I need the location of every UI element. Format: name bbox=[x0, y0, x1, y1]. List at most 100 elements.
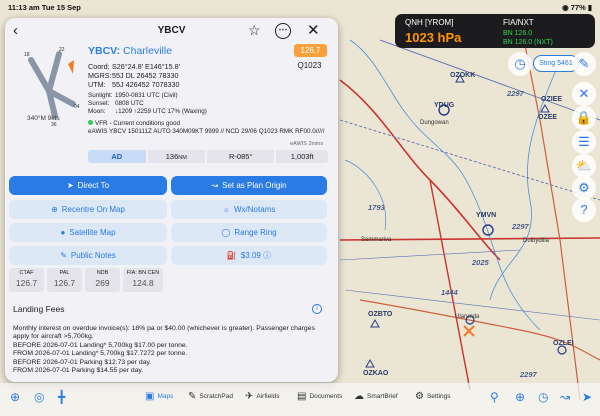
tab-documents[interactable]: ▤ Documents bbox=[297, 391, 342, 402]
set-plan-origin-button[interactable]: ↝ Set as Plan Origin bbox=[171, 176, 327, 195]
more-options-icon[interactable]: ⋯ bbox=[275, 23, 291, 39]
tab-settings[interactable]: ⚙ Settings bbox=[415, 391, 450, 402]
gear-icon: ⚙ bbox=[415, 391, 424, 402]
map-elevation: 2297 bbox=[507, 89, 524, 98]
panel-header: ‹ YBCV ☆ ⋯ ✕ bbox=[5, 18, 338, 44]
fia-next-frequency: BN 126.0 (NXT) bbox=[503, 39, 553, 46]
scratchpad-icon: ✎ bbox=[188, 391, 197, 402]
fia-frequency: BN 126.0 bbox=[503, 30, 533, 37]
frequency-badge[interactable]: 126.7 bbox=[294, 44, 327, 57]
weather-sun-icon: ☼ bbox=[222, 205, 230, 214]
document-icon: ▤ bbox=[297, 391, 307, 402]
search-icon[interactable]: ⚲ bbox=[490, 390, 499, 404]
ndb-tile[interactable]: NDB 269 bbox=[85, 268, 120, 292]
map-label: OZBTO bbox=[368, 311, 393, 318]
close-icon[interactable]: ✕ bbox=[307, 21, 320, 39]
radial-value: R-085° bbox=[207, 150, 275, 163]
aerodrome-tab[interactable]: AD bbox=[88, 150, 146, 163]
svg-text:36: 36 bbox=[51, 122, 57, 128]
layers-icon[interactable]: ☰ bbox=[572, 130, 596, 154]
fees-line: FROM 2026-07-01 Landing* 5,700kg $17.727… bbox=[13, 350, 188, 358]
crosshair-icon: ⊕ bbox=[51, 205, 58, 214]
qnh-value: 1023 hPa bbox=[405, 30, 462, 45]
map-elevation: 2025 bbox=[472, 258, 489, 267]
range-ring-button[interactable]: ◯ Range Ring bbox=[171, 223, 327, 242]
status-battery: ◉ 77% ▮ bbox=[562, 3, 592, 12]
map-elevation: 2297 bbox=[520, 370, 537, 379]
distance-value: 136NM bbox=[147, 150, 206, 163]
map-town: Dungowan bbox=[420, 120, 449, 126]
svg-text:22: 22 bbox=[59, 47, 65, 53]
map-town: Ularunda bbox=[455, 314, 480, 320]
fees-line: Monthly interest on overdue invoice(s): … bbox=[13, 325, 315, 341]
direct-to-icon: ➤ bbox=[66, 181, 74, 190]
direct-to-button[interactable]: ➤ Direct To bbox=[9, 176, 167, 195]
airplane-icon: ✈ bbox=[245, 391, 254, 402]
mgrs-row: MGRS:55J DL 26452 78330 bbox=[88, 71, 179, 80]
favourite-star-icon[interactable]: ☆ bbox=[248, 22, 261, 39]
coord-row: Coord: S26°24.8' E146°15.8' bbox=[88, 62, 181, 71]
fuel-pump-icon: ⛽ bbox=[226, 251, 237, 260]
tab-airfields[interactable]: ✈ Airfields bbox=[245, 391, 280, 402]
qnh-label: QNH [YROM] bbox=[405, 18, 454, 27]
wx-notams-button[interactable]: ☼ Wx/Notams bbox=[171, 200, 327, 219]
qnh-fia-banner[interactable]: QNH [YROM] 1023 hPa FIA/NXT BN 126.0 BN … bbox=[395, 14, 595, 48]
history-icon[interactable]: ◷ bbox=[538, 390, 548, 404]
map-label: OZOKK bbox=[450, 72, 476, 79]
settings-gear-icon[interactable]: ⚙ bbox=[572, 176, 596, 200]
tab-maps[interactable]: ▣ Maps bbox=[145, 391, 173, 402]
elevation-value: 1,003ft bbox=[276, 150, 329, 163]
ctaf-tile[interactable]: CTAF 126.7 bbox=[9, 268, 44, 292]
zoom-in-icon[interactable]: ⊕ bbox=[515, 390, 525, 404]
fees-info-icon[interactable]: i bbox=[312, 304, 322, 314]
map-elevation: 1793 bbox=[368, 203, 385, 212]
public-notes-button[interactable]: ✎ Public Notes bbox=[9, 246, 167, 265]
edit-route-icon[interactable]: ✎ bbox=[572, 52, 596, 76]
svg-text:04: 04 bbox=[74, 104, 80, 110]
wind-readout: 340°M 9kts bbox=[27, 115, 60, 122]
route-icon: ↝ bbox=[211, 181, 219, 190]
sunlight-row: Sunlight: 1950-0831 UTC (Civil) bbox=[88, 92, 178, 99]
info-icon: ⓘ bbox=[263, 251, 272, 260]
ruler-icon[interactable]: ╋ bbox=[58, 390, 65, 404]
map-elevation: 1444 bbox=[441, 288, 458, 297]
runway-summary-row: AD 136NM R-085° 1,003ft bbox=[88, 150, 329, 163]
map-label: OZKAO bbox=[363, 370, 389, 377]
sunset-row: Sunset: 0808 UTC bbox=[88, 100, 144, 107]
fees-line: FROM 2026-07-01 Parking $14.55 per day. bbox=[13, 367, 144, 375]
timer-icon[interactable]: ◷ bbox=[508, 52, 532, 76]
close-route-icon[interactable]: ✕ bbox=[572, 82, 596, 106]
bottom-tab-bar: ⊕ ◎ ╋ ▣ Maps ✎ ScratchPad ✈ Airfields ▤ Docu… bbox=[0, 383, 600, 416]
fia-tile[interactable]: FIA: BN CEN 124.8 bbox=[123, 268, 163, 292]
airport-city: Charleville bbox=[123, 45, 173, 57]
ring-icon: ◯ bbox=[221, 228, 231, 237]
airport-code: YBCV: bbox=[88, 45, 121, 57]
compass-icon[interactable]: ⊕ bbox=[10, 390, 20, 404]
fia-label: FIA/NXT bbox=[503, 18, 534, 27]
map-label: YDUG bbox=[434, 102, 455, 109]
metar-age: eAWIS 2mins bbox=[290, 141, 324, 147]
target-icon[interactable]: ◎ bbox=[34, 390, 44, 404]
recentre-button[interactable]: ⊕ Recentre On Map bbox=[9, 200, 167, 219]
airport-info-panel: ‹ YBCV ☆ ⋯ ✕ 18 22 04 36 340°M 9kts YBCV… bbox=[5, 18, 338, 382]
utm-row: UTM: 55J 426452 7078330 bbox=[88, 80, 180, 89]
locate-icon[interactable]: ➤ bbox=[582, 390, 592, 404]
tab-scratchpad[interactable]: ✎ ScratchPad bbox=[188, 391, 233, 402]
satellite-map-button[interactable]: ● Satellite Map bbox=[9, 223, 167, 242]
fuel-price-button[interactable]: ⛽ $3.09 ⓘ bbox=[171, 246, 327, 265]
lock-icon[interactable]: 🔒 bbox=[572, 106, 596, 130]
globe-icon: ● bbox=[60, 228, 66, 237]
fees-line: BEFORE 2026-07-01 Parking $12.73 per day… bbox=[13, 358, 152, 366]
qnh-badge: Q1023 bbox=[297, 61, 322, 70]
cloud-icon: ☁ bbox=[354, 391, 364, 402]
map-label: YMVN bbox=[476, 212, 497, 219]
pal-tile[interactable]: PAL 126.7 bbox=[47, 268, 82, 292]
notes-icon: ✎ bbox=[60, 251, 67, 260]
vfr-status-dot-icon bbox=[88, 120, 93, 125]
map-label: OZEE bbox=[538, 114, 558, 121]
map-label: OZIEE bbox=[541, 96, 563, 103]
weather-icon[interactable]: ⛅ bbox=[572, 154, 596, 178]
tab-smartbrief[interactable]: ☁ SmartBrief bbox=[354, 391, 398, 402]
help-icon[interactable]: ? bbox=[572, 198, 596, 222]
route-toggle-icon[interactable]: ↝ bbox=[560, 390, 570, 404]
